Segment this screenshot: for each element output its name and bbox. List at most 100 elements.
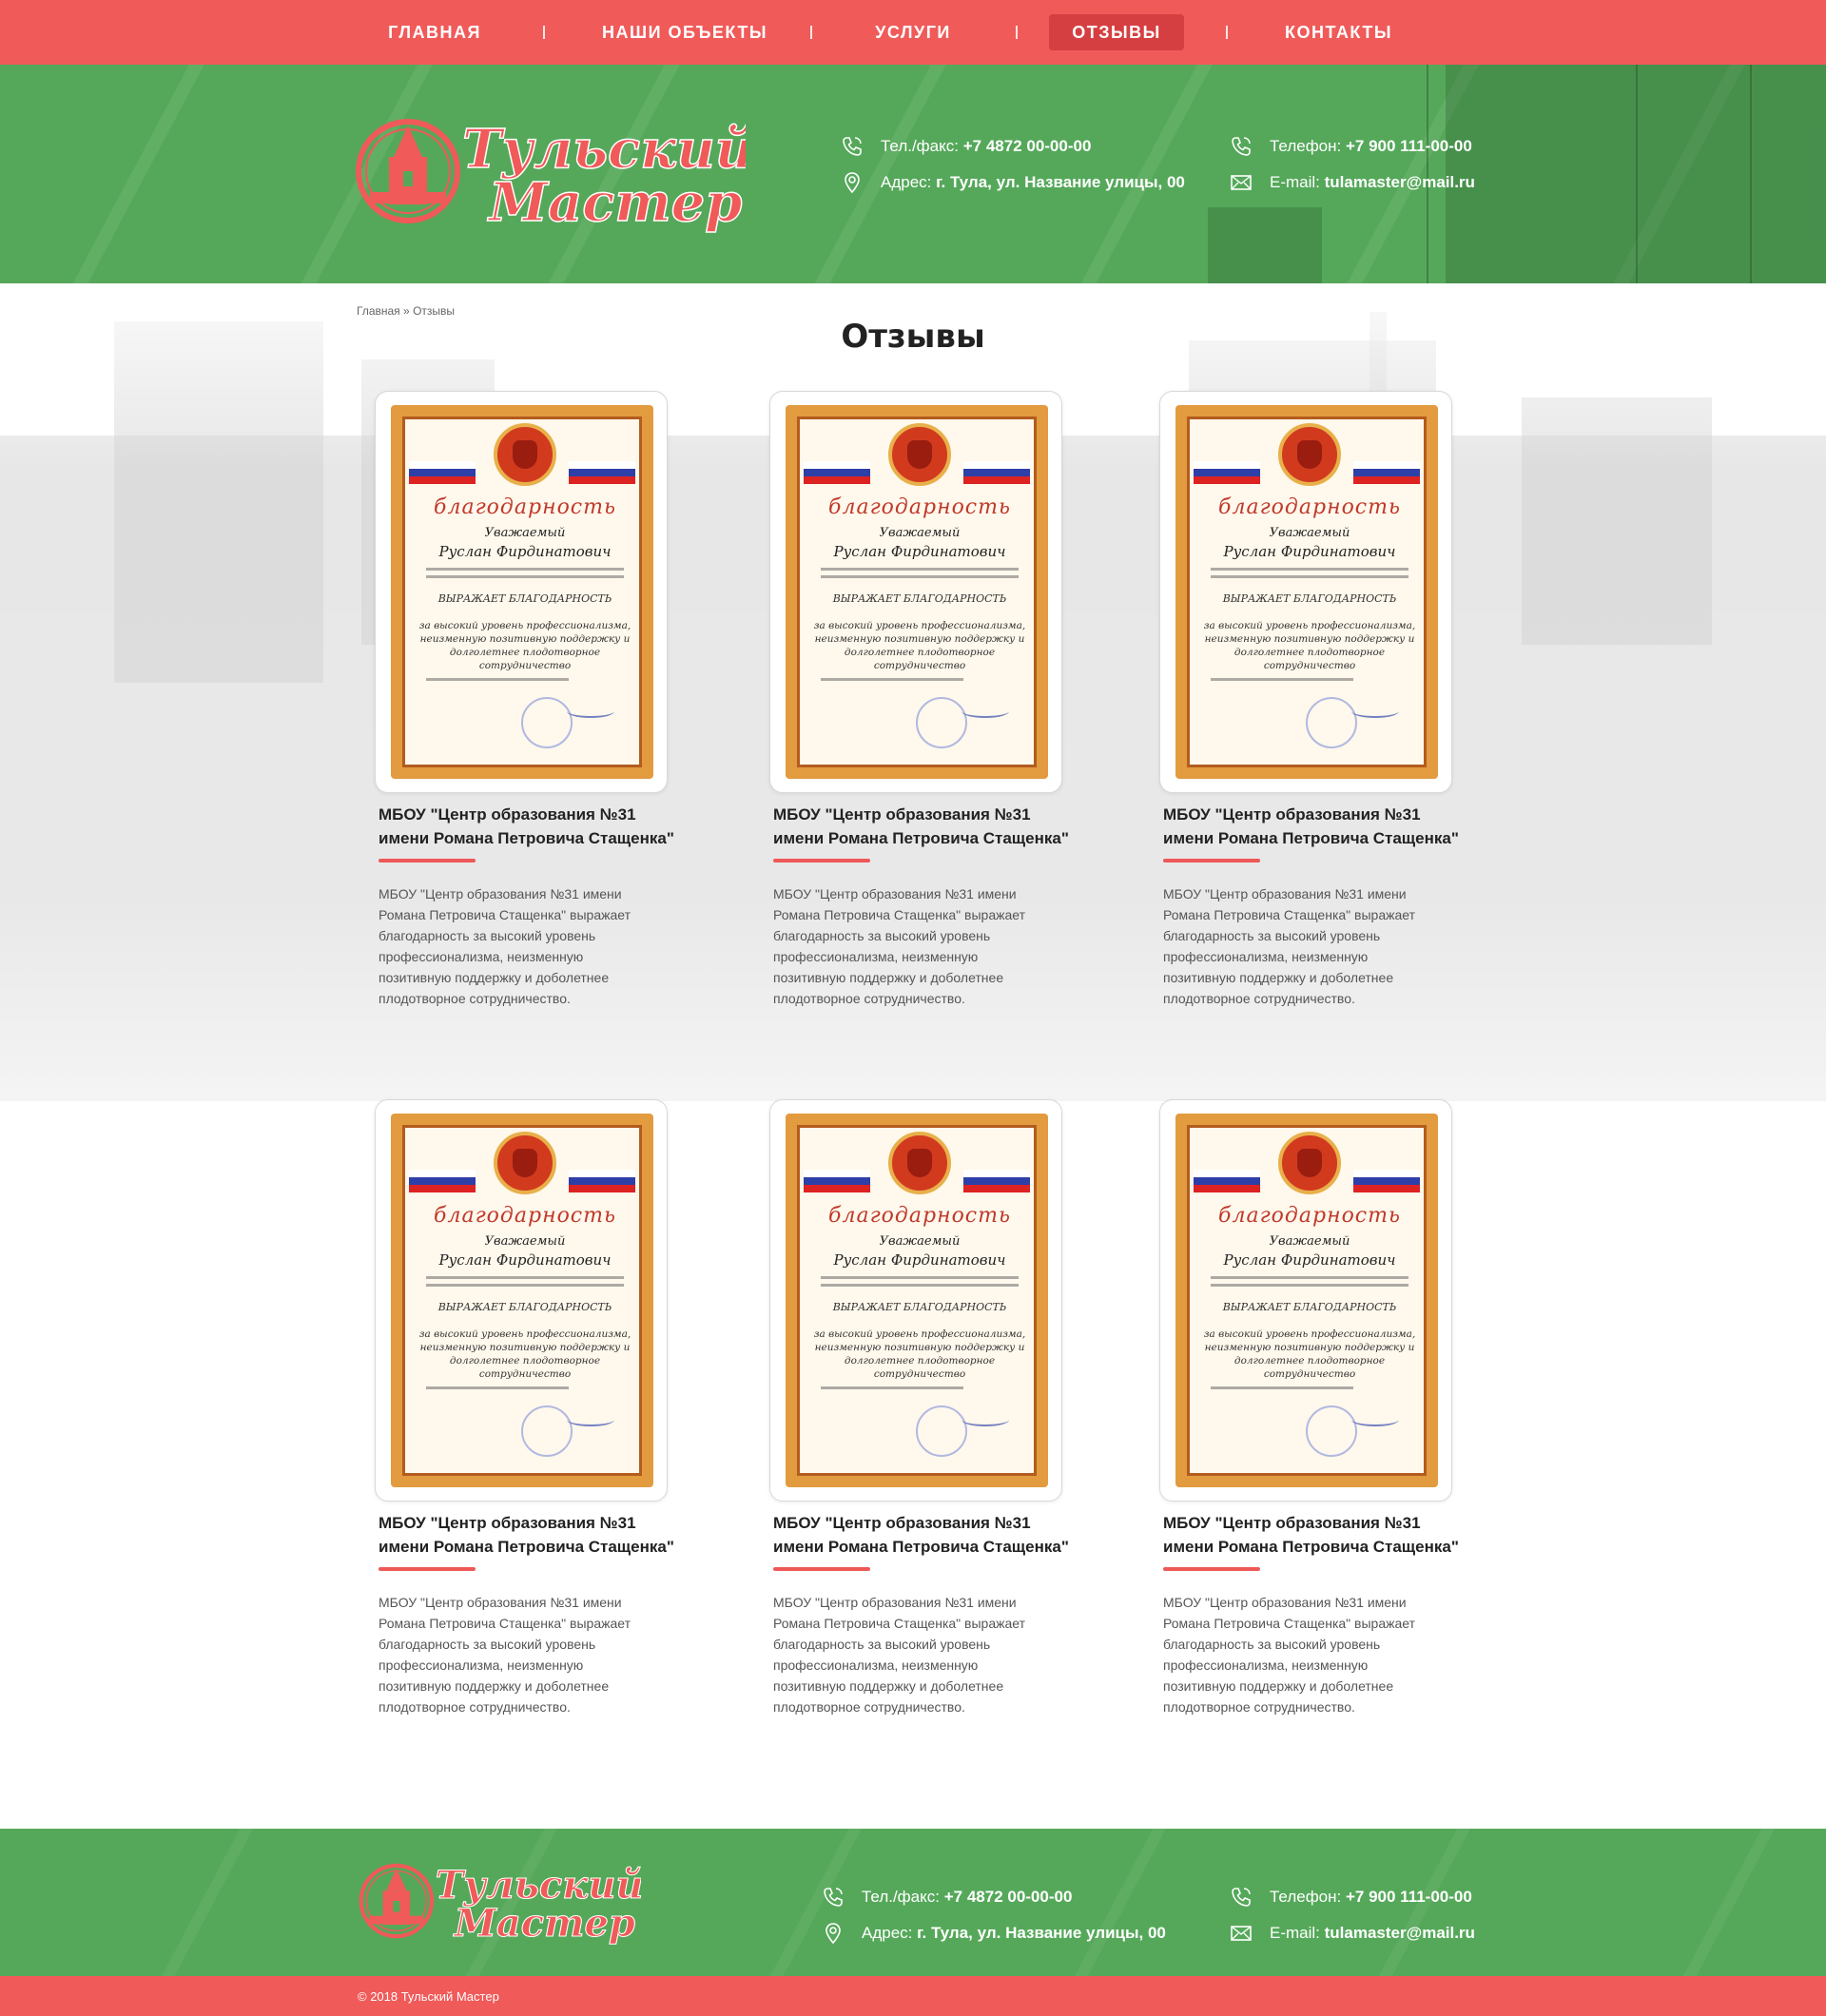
certificate-thumbnail[interactable]: благодарность Уважаемый Руслан Фирдинатови… — [1159, 391, 1452, 793]
email-value[interactable]: tulamaster@mail.ru — [1325, 173, 1475, 191]
certificate-image: благодарность Уважаемый Руслан Фирдинатови… — [1175, 1114, 1438, 1487]
phone-icon — [824, 1888, 843, 1907]
phone-fax-label: Тел./факс: — [862, 1888, 940, 1906]
email-icon — [1231, 1926, 1252, 1941]
title-underline — [379, 1567, 476, 1571]
flag-ribbon-left — [1194, 1170, 1260, 1192]
emblem-seal — [1278, 1132, 1341, 1194]
certificate-heading: благодарность — [1218, 1204, 1401, 1228]
nav-item-services[interactable]: УСЛУГИ — [856, 14, 970, 50]
review-title[interactable]: МБОУ "Центр образования №31 имени Романа… — [1163, 803, 1467, 850]
phone-icon — [1232, 137, 1251, 156]
phone-label: Телефон: — [1270, 137, 1342, 155]
title-underline — [1163, 1567, 1260, 1571]
flag-ribbon-left — [804, 461, 870, 484]
title-underline — [379, 859, 476, 863]
certificate-name: Руслан Фирдинатович — [438, 543, 612, 560]
signature-mark — [567, 1413, 614, 1426]
breadcrumb: Главная » Отзывы — [357, 304, 455, 318]
logo-graphic: Тульский Мастер — [356, 117, 746, 235]
certificate-image: благодарность Уважаемый Руслан Фирдинатови… — [391, 1114, 653, 1487]
review-title[interactable]: МБОУ "Центр образования №31 имени Романа… — [1163, 1511, 1467, 1559]
review-text: МБОУ "Центр образования №31 имени Романа… — [773, 886, 1025, 1006]
footer-bottom-bar — [0, 1976, 1826, 2016]
certificate-greeting: Уважаемый — [879, 1234, 961, 1249]
email-label: E-mail: — [1270, 1924, 1320, 1942]
email-label: E-mail: — [1270, 173, 1320, 191]
nav-separator — [810, 26, 812, 39]
signature-mark — [1351, 705, 1399, 718]
review-title[interactable]: МБОУ "Центр образования №31 имени Романа… — [379, 803, 683, 850]
nav-item-contacts[interactable]: КОНТАКТЫ — [1274, 14, 1403, 50]
review-title[interactable]: МБОУ "Центр образования №31 имени Романа… — [773, 1511, 1078, 1559]
breadcrumb-home[interactable]: Главная — [357, 304, 400, 318]
svg-text:Мастер: Мастер — [487, 171, 742, 234]
site-footer: Тульский Мастер Тел./факс: +7 4872 00-00… — [0, 1829, 1826, 1976]
footer-logo[interactable]: Тульский Мастер — [356, 1853, 641, 1948]
stamp-mark — [916, 1405, 967, 1457]
certificate-thumbnail[interactable]: благодарность Уважаемый Руслан Фирдинатови… — [769, 1099, 1062, 1502]
certificate-thumbnail[interactable]: благодарность Уважаемый Руслан Фирдинатови… — [769, 391, 1062, 793]
breadcrumb-separator: » — [403, 304, 410, 318]
location-icon — [845, 172, 860, 194]
certificate-image: благодарность Уважаемый Руслан Фирдинатови… — [1175, 405, 1438, 779]
nav-separator — [543, 26, 545, 39]
phone-fax-value[interactable]: +7 4872 00-00-00 — [944, 1888, 1073, 1906]
location-icon — [826, 1923, 841, 1945]
title-underline — [773, 859, 870, 863]
site-logo[interactable]: Тульский Мастер — [356, 105, 746, 238]
certificate-name: Руслан Фирдинатович — [438, 1251, 612, 1269]
phone-fax-value[interactable]: +7 4872 00-00-00 — [963, 137, 1092, 155]
certificate-thanks: ВЫРАЖАЕТ БЛАГОДАРНОСТЬ — [437, 592, 612, 605]
nav-item-reviews[interactable]: ОТЗЫВЫ — [1049, 14, 1184, 50]
emblem-seal — [494, 1132, 556, 1194]
certificate-body: за высокий уровень профессионализма, неи… — [418, 620, 631, 671]
flag-ribbon-left — [804, 1170, 870, 1192]
certificate-heading: благодарность — [828, 495, 1011, 519]
address-label: Адрес: — [881, 173, 932, 191]
certificate-name: Руслан Фирдинатович — [1223, 1251, 1396, 1269]
certificate-greeting: Уважаемый — [484, 1234, 566, 1249]
certificate-body: за высокий уровень профессионализма, неи… — [418, 1328, 631, 1380]
phone-value[interactable]: +7 900 111-00-00 — [1346, 1888, 1472, 1906]
address-value: г. Тула, ул. Название улицы, 00 — [936, 173, 1185, 191]
certificate-name: Руслан Фирдинатович — [1223, 543, 1396, 560]
certificate-body: за высокий уровень профессионализма, неи… — [813, 1328, 1026, 1380]
certificate-body: за высокий уровень профессионализма, неи… — [1203, 620, 1416, 671]
nav-separator — [1016, 26, 1018, 39]
review-title[interactable]: МБОУ "Центр образования №31 имени Романа… — [379, 1511, 683, 1559]
phone-icon — [843, 137, 862, 156]
emblem-seal — [1278, 423, 1341, 486]
top-navigation: ГЛАВНАЯ НАШИ ОБЪЕКТЫ УСЛУГИ ОТЗЫВЫ КОНТА… — [0, 0, 1826, 65]
email-icon — [1231, 175, 1252, 190]
certificate-thanks: ВЫРАЖАЕТ БЛАГОДАРНОСТЬ — [1222, 1301, 1397, 1313]
review-text: МБОУ "Центр образования №31 имени Романа… — [1163, 1595, 1415, 1715]
stamp-mark — [521, 697, 573, 748]
email-value[interactable]: tulamaster@mail.ru — [1325, 1924, 1475, 1942]
phone-label: Телефон: — [1270, 1888, 1342, 1906]
certificate-greeting: Уважаемый — [1269, 526, 1350, 540]
certificate-thumbnail[interactable]: благодарность Уважаемый Руслан Фирдинатови… — [375, 391, 668, 793]
copyright: © 2018 Тульский Мастер — [358, 1989, 499, 2004]
title-underline — [773, 1567, 870, 1571]
certificate-body: за высокий уровень профессионализма, неи… — [813, 620, 1026, 671]
review-title[interactable]: МБОУ "Центр образования №31 имени Романа… — [773, 803, 1078, 850]
certificate-image: благодарность Уважаемый Руслан Фирдинатови… — [786, 405, 1048, 779]
phone-value[interactable]: +7 900 111-00-00 — [1346, 137, 1472, 155]
certificate-thumbnail[interactable]: благодарность Уважаемый Руслан Фирдинатови… — [1159, 1099, 1452, 1502]
certificate-heading: благодарность — [828, 1204, 1011, 1228]
flag-ribbon-left — [409, 1170, 476, 1192]
stamp-mark — [1306, 1405, 1357, 1457]
flag-ribbon-right — [963, 1170, 1030, 1192]
nav-item-home[interactable]: ГЛАВНАЯ — [378, 14, 492, 50]
flag-ribbon-left — [1194, 461, 1260, 484]
certificate-name: Руслан Фирдинатович — [833, 1251, 1006, 1269]
phone-fax-label: Тел./факс: — [881, 137, 959, 155]
certificate-thumbnail[interactable]: благодарность Уважаемый Руслан Фирдинатови… — [375, 1099, 668, 1502]
nav-item-objects[interactable]: НАШИ ОБЪЕКТЫ — [590, 14, 780, 50]
address-value: г. Тула, ул. Название улицы, 00 — [917, 1924, 1166, 1942]
certificate-greeting: Уважаемый — [879, 526, 961, 540]
svg-text:Мастер: Мастер — [453, 1901, 635, 1946]
certificate-body: за высокий уровень профессионализма, неи… — [1203, 1328, 1416, 1380]
flag-ribbon-right — [963, 461, 1030, 484]
